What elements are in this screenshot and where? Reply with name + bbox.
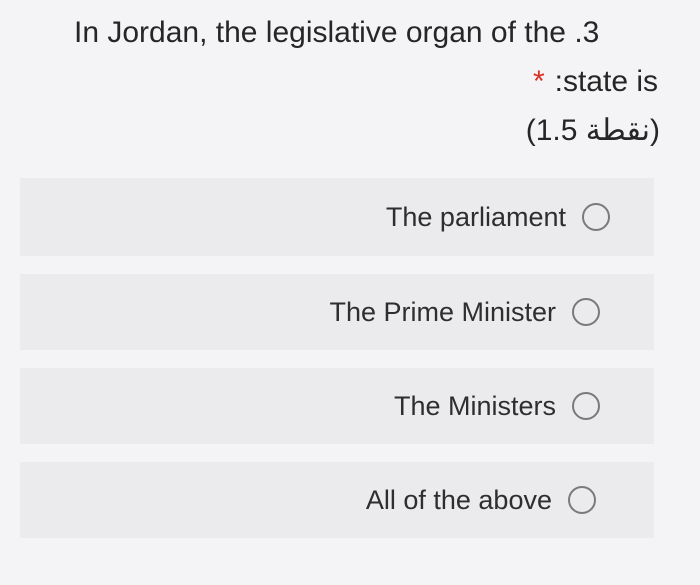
question-line-2: * :state is <box>0 57 660 106</box>
question-line-1: In Jordan, the legislative organ of the … <box>74 16 600 49</box>
option-label: The parliament <box>385 201 566 232</box>
option-label: The Ministers <box>393 390 556 421</box>
question-points: (نقطة 1.5) <box>525 114 660 147</box>
radio-button[interactable] <box>582 203 610 231</box>
answer-options: The parliament The Prime Minister The Mi… <box>20 178 654 538</box>
radio-button[interactable] <box>572 392 600 420</box>
question-line-2-text: :state is <box>554 65 658 98</box>
option-label: The Prime Minister <box>329 296 556 327</box>
question-text: In Jordan, the legislative organ of the … <box>0 8 660 155</box>
option-the-parliament[interactable]: The parliament <box>20 178 654 256</box>
radio-button[interactable] <box>572 298 600 326</box>
radio-button[interactable] <box>568 486 596 514</box>
option-label: All of the above <box>365 484 552 515</box>
option-all-of-the-above[interactable]: All of the above <box>20 462 654 538</box>
required-asterisk: * <box>532 65 545 98</box>
option-the-prime-minister[interactable]: The Prime Minister <box>20 274 654 350</box>
option-the-ministers[interactable]: The Ministers <box>20 368 654 444</box>
